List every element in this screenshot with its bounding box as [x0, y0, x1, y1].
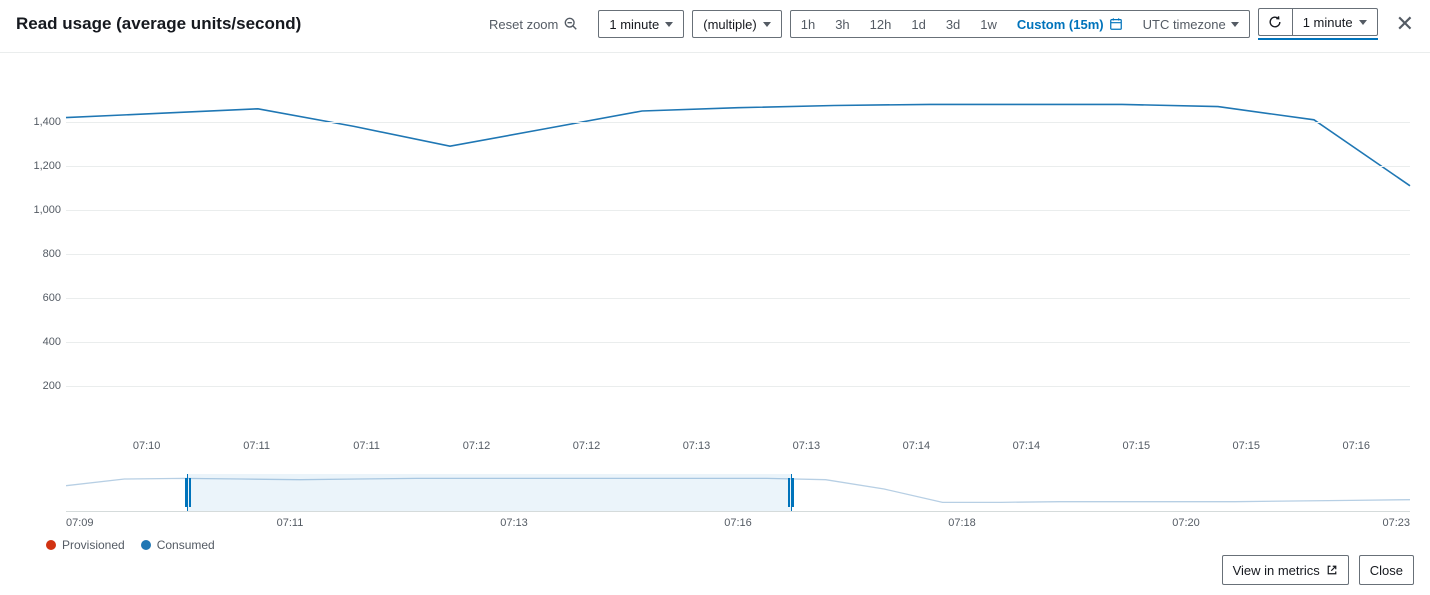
y-axis-tick: 1,400	[16, 116, 61, 128]
overview-x-tick: 07:20	[1172, 517, 1200, 529]
timezone-select[interactable]: UTC timezone	[1133, 11, 1249, 37]
chart-container: 200 400 600 800 1,000 1,200 1,400 07:10 07:11 07:…	[16, 100, 1414, 552]
header-bar: Read usage (average units/second) Reset …	[0, 0, 1430, 53]
x-axis-tick: 07:14	[903, 440, 931, 452]
overview-x-tick: 07:16	[724, 517, 752, 529]
chart-legend: Provisioned Consumed	[46, 538, 1414, 552]
statistic-select[interactable]: (multiple)	[692, 10, 781, 38]
time-range-segmented: 1h 3h 12h 1d 3d 1w Custom (15m) UTC time…	[790, 10, 1250, 38]
external-link-icon	[1326, 564, 1338, 576]
legend-swatch-provisioned	[46, 540, 56, 550]
reset-zoom-label: Reset zoom	[489, 17, 558, 32]
x-axis-tick: 07:14	[1013, 440, 1041, 452]
overview-x-tick: 07:18	[948, 517, 976, 529]
overview-x-tick: 07:09	[66, 517, 94, 529]
legend-label-provisioned: Provisioned	[62, 538, 125, 552]
chevron-down-icon	[1231, 22, 1239, 27]
y-axis-tick: 1,000	[16, 204, 61, 216]
chevron-down-icon	[665, 22, 673, 27]
view-in-metrics-label: View in metrics	[1233, 563, 1320, 578]
period-select[interactable]: 1 minute	[598, 10, 684, 38]
y-axis-tick: 1,200	[16, 160, 61, 172]
range-custom[interactable]: Custom (15m)	[1007, 11, 1133, 37]
reset-zoom-button[interactable]: Reset zoom	[489, 17, 578, 32]
range-3d[interactable]: 3d	[936, 11, 970, 37]
zoom-out-icon	[564, 17, 578, 31]
timezone-label: UTC timezone	[1143, 17, 1226, 32]
statistic-select-label: (multiple)	[703, 17, 756, 32]
y-axis-tick: 200	[16, 380, 61, 392]
x-axis-tick: 07:13	[793, 440, 821, 452]
x-axis-tick: 07:15	[1123, 440, 1151, 452]
refresh-interval-select[interactable]: 1 minute	[1292, 8, 1378, 36]
refresh-controls: 1 minute	[1258, 8, 1378, 40]
overview-x-tick: 07:13	[500, 517, 528, 529]
range-12h[interactable]: 12h	[860, 11, 902, 37]
legend-label-consumed: Consumed	[157, 538, 215, 552]
x-axis-tick: 07:11	[243, 440, 270, 452]
panel-title: Read usage (average units/second)	[16, 14, 301, 34]
x-axis-tick: 07:11	[353, 440, 380, 452]
range-1h[interactable]: 1h	[791, 11, 825, 37]
brush-handle-left[interactable]	[183, 474, 193, 511]
brush-handle-right[interactable]	[786, 474, 796, 511]
close-panel-button[interactable]: ✕	[1396, 13, 1414, 35]
y-axis-tick: 400	[16, 336, 61, 348]
range-3h[interactable]: 3h	[825, 11, 859, 37]
close-button-label: Close	[1370, 563, 1403, 578]
overview-x-tick: 07:23	[1382, 517, 1410, 529]
chevron-down-icon	[763, 22, 771, 27]
time-brush[interactable]: 07:0907:1107:1307:1607:1807:2007:23	[66, 474, 1410, 512]
period-select-label: 1 minute	[609, 17, 659, 32]
range-custom-label: Custom (15m)	[1017, 17, 1104, 32]
y-axis-tick: 600	[16, 292, 61, 304]
refresh-interval-label: 1 minute	[1303, 15, 1353, 30]
chart-plot-area[interactable]: 200 400 600 800 1,000 1,200 1,400 07:10 07:11 07:…	[16, 100, 1414, 460]
view-in-metrics-button[interactable]: View in metrics	[1222, 555, 1349, 585]
calendar-icon	[1109, 17, 1123, 31]
header-controls: Reset zoom 1 minute (multiple) 1h 3h 12h…	[489, 8, 1414, 40]
x-axis-tick: 07:13	[683, 440, 711, 452]
overview-x-tick: 07:11	[277, 517, 304, 529]
close-button[interactable]: Close	[1359, 555, 1414, 585]
x-axis-tick: 07:12	[463, 440, 491, 452]
range-1d[interactable]: 1d	[901, 11, 935, 37]
x-axis-tick: 07:16	[1342, 440, 1370, 452]
y-axis-tick: 800	[16, 248, 61, 260]
x-axis-tick: 07:12	[573, 440, 601, 452]
chevron-down-icon	[1359, 20, 1367, 25]
footer-actions: View in metrics Close	[1222, 555, 1414, 585]
legend-consumed[interactable]: Consumed	[141, 538, 215, 552]
x-axis-tick: 07:15	[1233, 440, 1261, 452]
legend-provisioned[interactable]: Provisioned	[46, 538, 125, 552]
refresh-button[interactable]	[1258, 8, 1292, 36]
x-axis-tick: 07:10	[133, 440, 161, 452]
range-1w[interactable]: 1w	[970, 11, 1007, 37]
brush-selection[interactable]	[187, 474, 792, 511]
legend-swatch-consumed	[141, 540, 151, 550]
refresh-icon	[1268, 15, 1282, 29]
